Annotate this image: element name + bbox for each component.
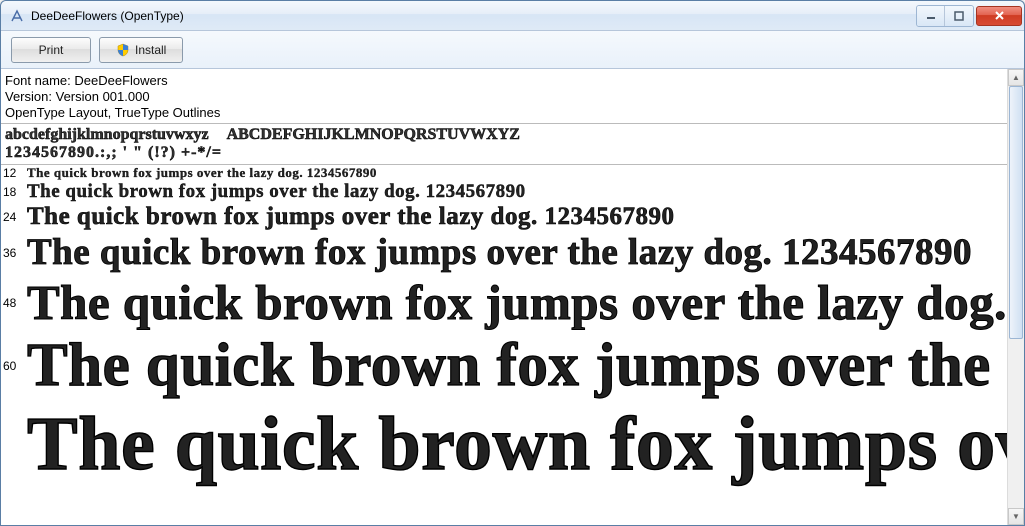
font-name-label: Font name: (5, 73, 71, 88)
maximize-button[interactable] (945, 6, 973, 26)
print-label: Print (39, 43, 64, 57)
scroll-track[interactable] (1008, 86, 1024, 508)
size-label: 24 (3, 210, 27, 224)
tech-row: OpenType Layout, TrueType Outlines (5, 105, 1003, 121)
sample-row-36: 36 The quick brown fox jumps over the la… (1, 231, 1007, 274)
font-name-value: DeeDeeFlowers (74, 73, 167, 88)
titlebar[interactable]: DeeDeeFlowers (OpenType) (1, 1, 1024, 31)
charset-block: abcdefghijklmnopqrstuvwxyz ABCDEFGHIJKLMN… (1, 124, 1007, 165)
size-label: 12 (3, 166, 27, 180)
sample-text: The quick brown fox jumps over the lazy … (27, 231, 972, 274)
minimize-button[interactable] (917, 6, 945, 26)
vertical-scrollbar[interactable]: ▲ ▼ (1007, 69, 1024, 525)
charset-symbols: 1234567890.:,; ' " (!?) +-*/= (5, 144, 1003, 162)
install-button[interactable]: Install (99, 37, 183, 63)
content-area: Font name: DeeDeeFlowers Version: Versio… (1, 69, 1024, 525)
sample-row-18: 18 The quick brown fox jumps over the la… (1, 181, 1007, 203)
sample-row-72: The quick brown fox jumps over the lazy … (1, 401, 1007, 488)
size-label: 18 (3, 185, 27, 199)
install-label: Install (135, 43, 166, 57)
sample-text: The quick brown fox jumps over the lazy … (27, 203, 674, 231)
sample-row-24: 24 The quick brown fox jumps over the la… (1, 203, 1007, 231)
sample-row-12: 12 The quick brown fox jumps over the la… (1, 165, 1007, 181)
preview-pane: Font name: DeeDeeFlowers Version: Versio… (1, 69, 1007, 525)
scroll-down-button[interactable]: ▼ (1008, 508, 1024, 525)
version-label: Version: (5, 89, 52, 104)
scroll-thumb[interactable] (1009, 86, 1023, 339)
font-preview-window: DeeDeeFlowers (OpenType) Print (0, 0, 1025, 526)
sample-row-48: 48 The quick brown fox jumps over the la… (1, 274, 1007, 331)
sample-text: The quick brown fox jumps over the lazy … (27, 274, 1007, 331)
size-label: 60 (3, 359, 27, 373)
font-metadata: Font name: DeeDeeFlowers Version: Versio… (1, 69, 1007, 124)
toolbar: Print Install (1, 31, 1024, 69)
version-row: Version: Version 001.000 (5, 89, 1003, 105)
sample-row-60: 60 The quick brown fox jumps over the la… (1, 331, 1007, 401)
sample-text: The quick brown fox jumps over the lazy … (27, 181, 526, 203)
app-icon (9, 8, 25, 24)
sample-text: The quick brown fox jumps over the lazy … (27, 401, 1007, 488)
size-label: 36 (3, 246, 27, 260)
charset-alpha: abcdefghijklmnopqrstuvwxyz ABCDEFGHIJKLMN… (5, 126, 1003, 144)
font-name-row: Font name: DeeDeeFlowers (5, 73, 1003, 89)
close-button[interactable] (976, 6, 1022, 26)
sample-list: 12 The quick brown fox jumps over the la… (1, 165, 1007, 488)
window-controls (916, 5, 1022, 27)
window-title: DeeDeeFlowers (OpenType) (31, 9, 916, 23)
scroll-up-button[interactable]: ▲ (1008, 69, 1024, 86)
version-value: Version 001.000 (56, 89, 150, 104)
uac-shield-icon (116, 43, 130, 57)
size-label: 48 (3, 296, 27, 310)
charset-upper: ABCDEFGHIJKLMNOPQRSTUVWXYZ (227, 126, 520, 143)
charset-lower: abcdefghijklmnopqrstuvwxyz (5, 126, 209, 143)
print-button[interactable]: Print (11, 37, 91, 63)
sample-text: The quick brown fox jumps over the lazy … (27, 331, 1007, 401)
sample-text: The quick brown fox jumps over the lazy … (27, 165, 377, 181)
